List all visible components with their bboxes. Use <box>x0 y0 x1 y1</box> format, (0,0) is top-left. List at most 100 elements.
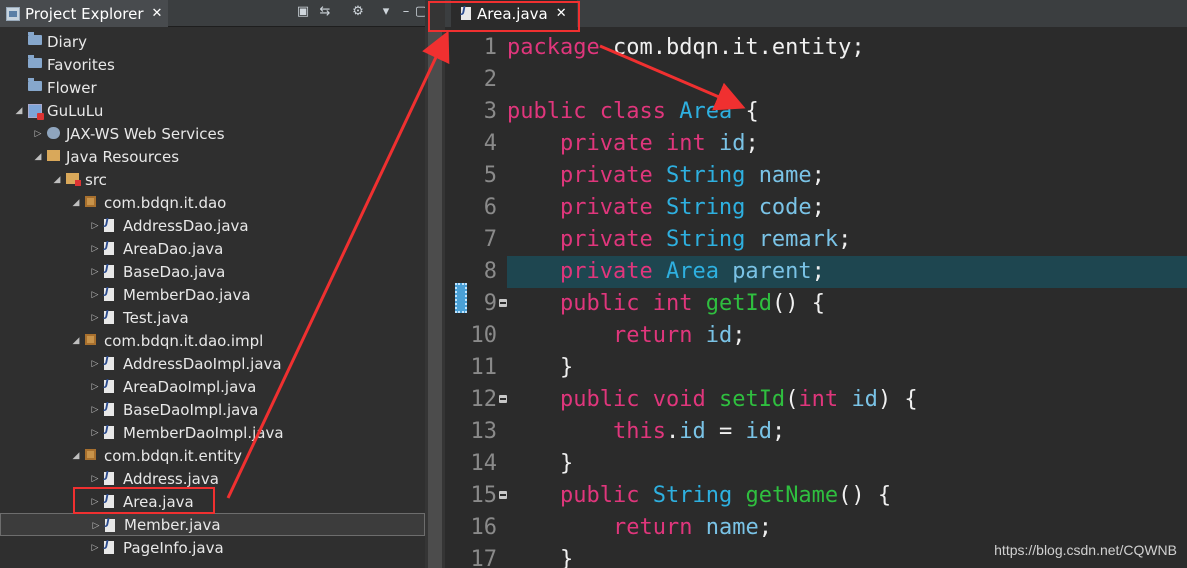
collapsed-twisty-icon[interactable]: ▷ <box>90 382 100 392</box>
collapsed-twisty-icon[interactable]: ▷ <box>90 244 100 254</box>
collapsed-twisty-icon[interactable]: ▷ <box>90 290 100 300</box>
collapsed-twisty-icon[interactable]: ▷ <box>90 405 100 415</box>
collapsed-twisty-icon[interactable]: ▷ <box>33 129 43 139</box>
tree-item[interactable]: ◢ GuLuLu <box>0 99 425 122</box>
minimize-icon[interactable]: – <box>398 4 414 20</box>
collapsed-twisty-icon[interactable]: ▷ <box>90 313 100 323</box>
code-line[interactable]: public String getName() { <box>507 480 1187 512</box>
explorer-scrollbar[interactable] <box>425 0 445 568</box>
tree-item[interactable]: ◢ Java Resources <box>0 145 425 168</box>
tree-item[interactable]: ▷ JAX-WS Web Services <box>0 122 425 145</box>
collapsed-twisty-icon[interactable]: ▷ <box>90 359 100 369</box>
code-line[interactable]: private String remark; <box>507 224 1187 256</box>
code-line[interactable]: } <box>507 448 1187 480</box>
view-menu-icon[interactable]: ▾ <box>378 4 394 20</box>
expanded-twisty-icon[interactable]: ◢ <box>52 175 62 185</box>
tree-item[interactable]: ▷ AddressDaoImpl.java <box>0 352 425 375</box>
tree-item[interactable]: ◢ com.bdqn.it.dao.impl <box>0 329 425 352</box>
project-explorer-panel: Project Explorer ✕ ▣ ⇆ ⚙ ▾ – ▢ Diary Favo… <box>0 0 425 568</box>
tree-item[interactable]: ▷ AreaDao.java <box>0 237 425 260</box>
code-line[interactable]: private Area parent; <box>507 256 1187 288</box>
editor-panel: Area.java ✕ 1234567891011121314151617 pa… <box>445 0 1187 568</box>
expanded-twisty-icon[interactable]: ◢ <box>71 198 81 208</box>
tree-item[interactable]: ▷ MemberDao.java <box>0 283 425 306</box>
tree-item[interactable]: ▷ PageInfo.java <box>0 536 425 559</box>
tree-item[interactable]: Diary <box>0 30 425 53</box>
tree-item[interactable]: ▷ AddressDao.java <box>0 214 425 237</box>
tree-item[interactable]: ▷ MemberDaoImpl.java <box>0 421 425 444</box>
fold-collapse-icon[interactable] <box>499 491 507 499</box>
code-token: public <box>559 387 640 412</box>
code-token: ; <box>745 131 759 156</box>
collapsed-twisty-icon[interactable]: ▷ <box>90 474 100 484</box>
tree-item-label: Java Resources <box>66 147 180 166</box>
filter-icon[interactable]: ⚙ <box>350 4 366 20</box>
project-explorer-header: Project Explorer ✕ ▣ ⇆ ⚙ ▾ – ▢ <box>0 0 425 27</box>
line-number: 15 <box>470 483 498 508</box>
code-token: private <box>559 259 653 284</box>
scrollbar-thumb[interactable] <box>428 30 442 568</box>
code-line[interactable]: package com.bdqn.it.entity; <box>507 32 1187 64</box>
expanded-twisty-icon[interactable]: ◢ <box>71 336 81 346</box>
collapsed-twisty-icon[interactable]: ▷ <box>90 267 100 277</box>
java-file-icon <box>104 217 114 232</box>
code-line[interactable]: public void setId(int id) { <box>507 384 1187 416</box>
collapsed-twisty-icon[interactable]: ▷ <box>90 428 100 438</box>
code-line[interactable]: return id; <box>507 320 1187 352</box>
tree-item[interactable]: ◢ com.bdqn.it.entity <box>0 444 425 467</box>
collapsed-twisty-icon[interactable]: ▷ <box>90 543 100 553</box>
maximize-icon[interactable]: ▢ <box>413 4 425 20</box>
tab-project-explorer[interactable]: Project Explorer ✕ <box>0 0 168 27</box>
tree-item[interactable]: Flower <box>0 76 425 99</box>
tree-item-label: com.bdqn.it.dao <box>104 193 227 212</box>
fold-collapse-icon[interactable] <box>499 299 507 307</box>
code-area[interactable]: package com.bdqn.it.entity; public class … <box>507 27 1187 568</box>
code-line[interactable]: private int id; <box>507 128 1187 160</box>
close-icon[interactable]: ✕ <box>152 6 163 21</box>
code-token: id <box>745 419 772 444</box>
collapsed-twisty-icon[interactable]: ▷ <box>90 221 100 231</box>
code-token: com.bdqn.it.entity; <box>599 35 865 60</box>
fold-collapse-icon[interactable] <box>499 395 507 403</box>
code-line[interactable] <box>507 64 1187 96</box>
tree-item[interactable]: Favorites <box>0 53 425 76</box>
code-line[interactable]: private String code; <box>507 192 1187 224</box>
tree-item[interactable]: ◢ src <box>0 168 425 191</box>
collapse-all-icon[interactable]: ▣ <box>295 4 311 20</box>
code-line[interactable]: } <box>507 352 1187 384</box>
code-token: code <box>758 195 812 220</box>
tree-item-label: AddressDao.java <box>123 216 249 235</box>
code-line[interactable]: public class Area { <box>507 96 1187 128</box>
tree-item[interactable]: ▷ AreaDaoImpl.java <box>0 375 425 398</box>
code-token: () { <box>771 291 825 316</box>
code-token: return <box>612 515 693 540</box>
collapsed-twisty-icon[interactable]: ▷ <box>91 521 101 531</box>
expanded-twisty-icon[interactable]: ◢ <box>33 152 43 162</box>
code-line[interactable]: return name; <box>507 512 1187 544</box>
code-line[interactable]: this.id = id; <box>507 416 1187 448</box>
tree-item[interactable]: ◢ com.bdqn.it.dao <box>0 191 425 214</box>
java-file-icon <box>104 539 114 554</box>
tree-item[interactable]: ▷ Test.java <box>0 306 425 329</box>
expanded-twisty-icon[interactable]: ◢ <box>71 451 81 461</box>
line-number: 10 <box>470 323 498 348</box>
code-token: private <box>559 131 653 156</box>
code-token: String <box>665 163 746 188</box>
code-line[interactable]: public int getId() { <box>507 288 1187 320</box>
tree-item[interactable]: ▷ Member.java <box>0 513 425 536</box>
code-line[interactable]: private String name; <box>507 160 1187 192</box>
expanded-twisty-icon[interactable]: ◢ <box>14 106 24 116</box>
java-file-icon <box>104 355 114 370</box>
link-with-editor-icon[interactable]: ⇆ <box>317 4 333 20</box>
tree-item[interactable]: ▷ BaseDao.java <box>0 260 425 283</box>
tree-item[interactable]: ▷ BaseDaoImpl.java <box>0 398 425 421</box>
tree-item-label: com.bdqn.it.entity <box>104 446 243 465</box>
watermark: https://blog.csdn.net/CQWNB <box>994 542 1177 558</box>
